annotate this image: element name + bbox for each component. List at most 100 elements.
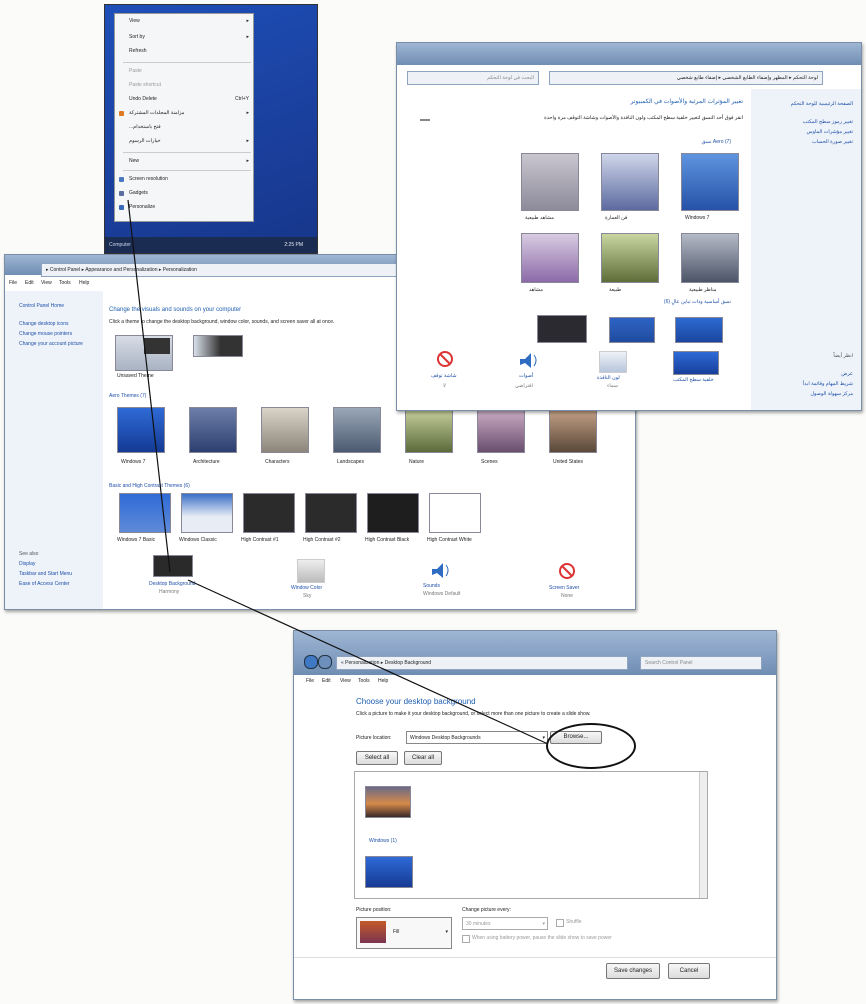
picture-list[interactable]: Windows (1)	[354, 771, 708, 899]
desktop-background-icon[interactable]	[153, 555, 193, 577]
aero-theme-3[interactable]	[261, 407, 309, 453]
aero-theme-1[interactable]	[117, 407, 165, 453]
clear-all-button[interactable]: Clear all	[404, 751, 442, 765]
menu-item-open-with[interactable]: ...فتح باستخدام	[129, 124, 161, 130]
arabic-bottom-sounds[interactable]: أصوات	[519, 373, 533, 379]
menu-item-new[interactable]: New	[129, 158, 139, 164]
bottom-sub-window-color: Sky	[303, 593, 312, 599]
arabic-theme-4[interactable]	[521, 233, 579, 283]
basic-theme-6[interactable]	[429, 493, 481, 533]
menu-item-sort-by[interactable]: Sort by	[129, 34, 145, 40]
arabic-screen-saver-icon[interactable]	[435, 349, 455, 369]
arabic-theme-6[interactable]	[681, 233, 739, 283]
sidebar-item-control-panel-home[interactable]: Control Panel Home	[19, 303, 64, 309]
taskbar-clock[interactable]: 2:25 PM	[284, 242, 303, 248]
see-also-display[interactable]: Display	[19, 561, 35, 567]
arabic-basic-thumb-1[interactable]	[537, 315, 587, 343]
db-menu-tools[interactable]: Tools	[358, 678, 370, 684]
menu-help[interactable]: Help	[79, 280, 89, 286]
picture-position-dropdown[interactable]: Fill ▾	[356, 917, 452, 949]
db-menu-file[interactable]: File	[306, 678, 314, 684]
arabic-window-color-icon[interactable]	[599, 351, 627, 373]
save-changes-button[interactable]: Save changes	[606, 963, 660, 979]
menu-item-view[interactable]: View	[129, 18, 140, 24]
screen-saver-icon[interactable]	[557, 561, 577, 581]
unsaved-theme-thumb[interactable]	[115, 335, 173, 371]
aero-theme-7[interactable]	[549, 407, 597, 453]
arabic-sidebar-account-picture[interactable]: تغيير صورة الحساب	[812, 139, 853, 145]
my-theme-2-thumb[interactable]	[193, 335, 243, 357]
arabic-basic-thumb-2[interactable]	[609, 317, 655, 343]
menu-item-paste-shortcut[interactable]: Paste shortcut	[129, 82, 161, 88]
basic-theme-2[interactable]	[181, 493, 233, 533]
db-address-bar[interactable]: « Personalization ▸ Desktop Background	[336, 656, 628, 670]
arabic-sidebar-desktop-icons[interactable]: تغيير رموز سطح المكتب	[803, 119, 853, 125]
sounds-icon[interactable]	[429, 559, 451, 579]
basic-section-heading: Basic and High Contrast Themes (6)	[109, 483, 190, 489]
picture-location-dropdown[interactable]: Windows Desktop Backgrounds ▾	[406, 731, 548, 744]
menu-item-screen-resolution[interactable]: Screen resolution	[129, 176, 168, 182]
arabic-theme-5[interactable]	[601, 233, 659, 283]
aero-theme-4[interactable]	[333, 407, 381, 453]
arabic-sounds-icon[interactable]	[517, 349, 539, 369]
arabic-desktop-background-icon[interactable]	[673, 351, 719, 375]
picture-thumb-sunset[interactable]	[365, 786, 411, 818]
menu-item-sync[interactable]: مزامنة المجلدات المشتركة	[129, 110, 184, 116]
arabic-theme-2[interactable]	[601, 153, 659, 211]
sidebar-item-account-picture[interactable]: Change your account picture	[19, 341, 83, 347]
arabic-bottom-window-color[interactable]: لون النافذة	[597, 375, 620, 381]
bottom-link-desktop-background[interactable]: Desktop Background	[149, 581, 195, 587]
aero-theme-2[interactable]	[189, 407, 237, 453]
arabic-sidebar-home[interactable]: الصفحة الرئيسية للوحة التحكم	[791, 101, 853, 107]
arabic-see-also-ease[interactable]: مركز سهولة الوصول	[810, 391, 853, 397]
menu-item-graphics-options[interactable]: خيارات الرسوم	[129, 138, 161, 144]
arabic-search-box[interactable]: البحث في لوحة التحكم	[407, 71, 539, 85]
menu-view[interactable]: View	[41, 280, 52, 286]
sidebar-item-desktop-icons[interactable]: Change desktop icons	[19, 321, 68, 327]
menu-tools[interactable]: Tools	[59, 280, 71, 286]
menu-item-paste[interactable]: Paste	[129, 68, 142, 74]
see-also-ease-of-access[interactable]: Ease of Access Center	[19, 581, 70, 587]
menu-item-gadgets[interactable]: Gadgets	[129, 190, 148, 196]
shuffle-checkbox[interactable]	[556, 919, 564, 927]
basic-theme-5[interactable]	[367, 493, 419, 533]
bottom-link-sounds[interactable]: Sounds	[423, 583, 440, 589]
forward-button[interactable]	[318, 655, 332, 669]
picture-thumb-windows[interactable]	[365, 856, 413, 888]
arabic-address-bar[interactable]: لوحة التحكم ▸ المظهر وإضفاء الطابع الشخص…	[549, 71, 823, 85]
aero-theme-6[interactable]	[477, 407, 525, 453]
arabic-see-also-taskbar[interactable]: شريط المهام وقائمة ابدأ	[803, 381, 853, 387]
sidebar-item-mouse-pointers[interactable]: Change mouse pointers	[19, 331, 72, 337]
db-menu-help[interactable]: Help	[378, 678, 388, 684]
arabic-theme-3[interactable]	[681, 153, 739, 211]
menu-edit[interactable]: Edit	[25, 280, 34, 286]
back-button[interactable]	[304, 655, 318, 669]
select-all-button[interactable]: Select all	[356, 751, 398, 765]
scrollbar[interactable]	[699, 772, 707, 898]
menu-file[interactable]: File	[9, 280, 17, 286]
see-also-taskbar[interactable]: Taskbar and Start Menu	[19, 571, 72, 577]
cancel-button[interactable]: Cancel	[668, 963, 710, 979]
aero-theme-5[interactable]	[405, 407, 453, 453]
menu-item-refresh[interactable]: Refresh	[129, 48, 147, 54]
bottom-link-window-color[interactable]: Window Color	[291, 585, 322, 591]
battery-checkbox[interactable]	[462, 935, 470, 943]
arabic-theme-1[interactable]	[521, 153, 579, 211]
interval-dropdown[interactable]: 30 minutes ▾	[462, 917, 548, 930]
basic-theme-4[interactable]	[305, 493, 357, 533]
db-menu-edit[interactable]: Edit	[322, 678, 331, 684]
db-search-box[interactable]: Search Control Panel	[640, 656, 762, 670]
bottom-link-screen-saver[interactable]: Screen Saver	[549, 585, 579, 591]
taskbar-label[interactable]: Computer	[109, 242, 131, 248]
menu-item-undo-delete[interactable]: Undo Delete	[129, 96, 157, 102]
basic-theme-3[interactable]	[243, 493, 295, 533]
arabic-sidebar-mouse-pointers[interactable]: تغيير مؤشرات الماوس	[806, 129, 853, 135]
window-color-icon[interactable]	[297, 559, 325, 583]
arabic-basic-thumb-3[interactable]	[675, 317, 723, 343]
arabic-bottom-screen-saver[interactable]: شاشة توقف	[431, 373, 457, 379]
basic-theme-1[interactable]	[119, 493, 171, 533]
menu-item-personalize[interactable]: Personalize	[129, 204, 155, 210]
db-menu-view[interactable]: View	[340, 678, 351, 684]
arabic-see-also-display[interactable]: عرض	[841, 371, 853, 377]
arabic-bottom-desktop-background[interactable]: خلفية سطح المكتب	[673, 377, 714, 383]
